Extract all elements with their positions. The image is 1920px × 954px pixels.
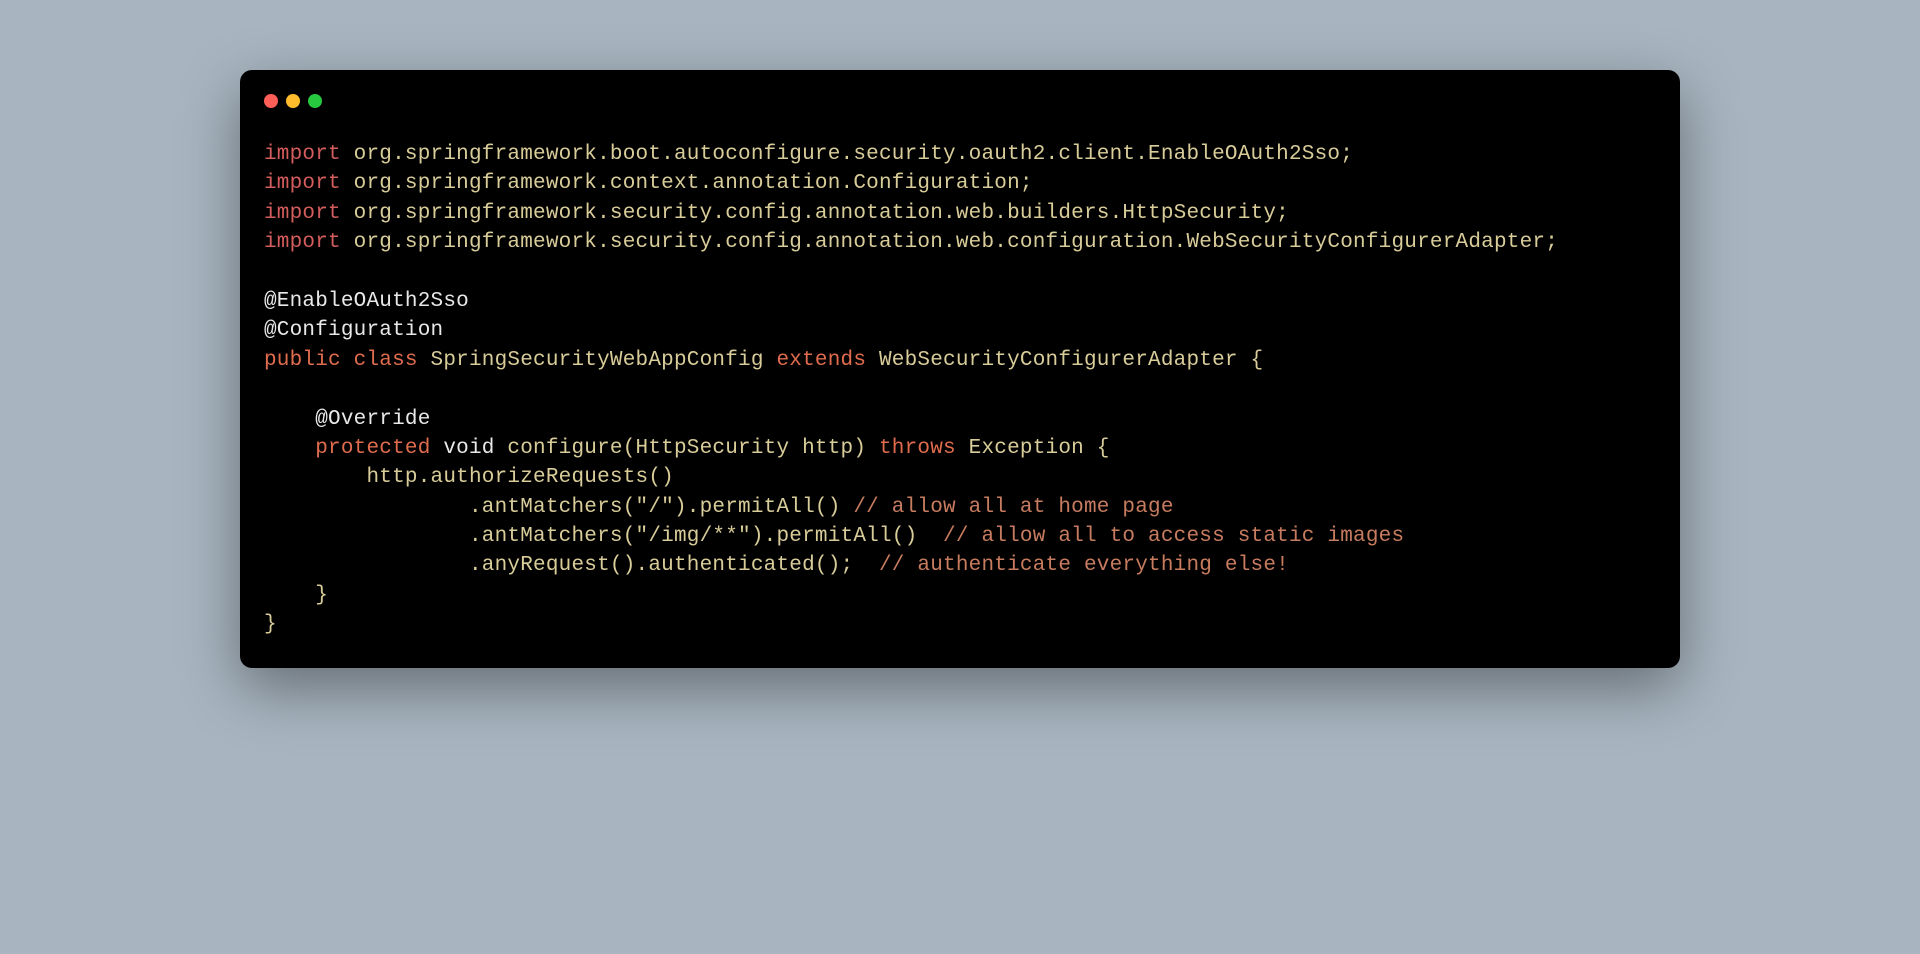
exception-type: Exception { — [956, 437, 1110, 460]
comment: // authenticate everything else! — [879, 554, 1289, 577]
import-path: org.springframework.security.config.anno… — [341, 202, 1289, 225]
annotation-override: @Override — [264, 408, 431, 431]
keyword-throws: throws — [879, 437, 956, 460]
import-path: org.springframework.context.annotation.C… — [341, 172, 1033, 195]
comment: // allow all to access static images — [943, 525, 1404, 548]
import-path: org.springframework.security.config.anno… — [341, 231, 1558, 254]
maximize-button[interactable] — [308, 94, 322, 108]
code-line: http.authorizeRequests() — [264, 466, 674, 489]
code-line: .antMatchers("/").permitAll() — [264, 496, 853, 519]
code-line: .antMatchers("/img/**").permitAll() — [264, 525, 943, 548]
class-name: SpringSecurityWebAppConfig — [418, 349, 777, 372]
close-button[interactable] — [264, 94, 278, 108]
keyword-class: class — [341, 349, 418, 372]
import-path: org.springframework.boot.autoconfigure.s… — [341, 143, 1353, 166]
closing-brace: } — [264, 613, 277, 636]
keyword-protected: protected — [264, 437, 431, 460]
keyword-extends: extends — [777, 349, 867, 372]
keyword-import: import — [264, 202, 341, 225]
annotation: @Configuration — [264, 319, 443, 342]
keyword-import: import — [264, 172, 341, 195]
keyword-void: void — [431, 437, 495, 460]
keyword-public: public — [264, 349, 341, 372]
keyword-import: import — [264, 231, 341, 254]
terminal-window: import org.springframework.boot.autoconf… — [240, 70, 1680, 668]
parent-class: WebSecurityConfigurerAdapter { — [866, 349, 1263, 372]
code-line: .anyRequest().authenticated(); — [264, 554, 879, 577]
comment: // allow all at home page — [853, 496, 1173, 519]
method-signature: configure(HttpSecurity http) — [495, 437, 879, 460]
code-block: import org.springframework.boot.autoconf… — [264, 140, 1656, 640]
keyword-import: import — [264, 143, 341, 166]
window-controls — [264, 90, 1656, 108]
annotation: @EnableOAuth2Sso — [264, 290, 469, 313]
closing-brace: } — [264, 584, 328, 607]
minimize-button[interactable] — [286, 94, 300, 108]
